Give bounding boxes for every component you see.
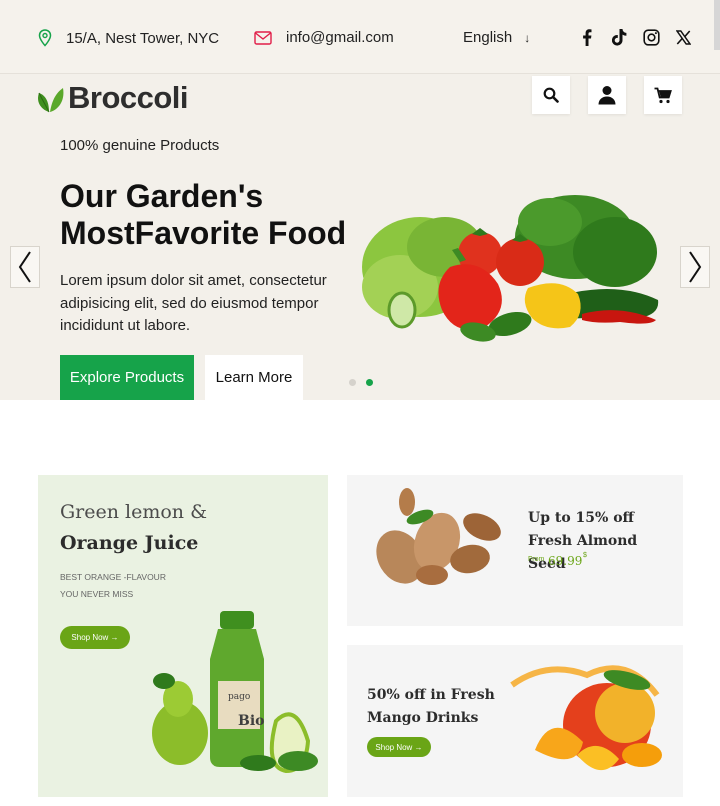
promo-card-almond[interactable]: Up to 15% off Fresh Almond Seed From 69.…: [347, 475, 683, 626]
facebook-icon[interactable]: [578, 28, 596, 46]
cart-button[interactable]: [644, 76, 682, 114]
mango-image: [510, 665, 662, 771]
promo-almond-currency: $: [583, 552, 587, 559]
brand-name: Broccoli: [68, 80, 189, 115]
account-button[interactable]: [588, 76, 626, 114]
hero-title: Our Garden's MostFavorite Food: [60, 178, 347, 251]
promo-juice-line2: Orange Juice: [60, 532, 199, 554]
promo-card-juice[interactable]: Green lemon & Orange Juice BEST ORANGE -…: [38, 475, 328, 797]
address-text: 15/A, Nest Tower, NYC: [66, 29, 220, 47]
vegetables-hero-image: [362, 195, 659, 342]
bottle-label: Bio: [238, 713, 265, 729]
promo-almond-from: From: [528, 556, 545, 563]
almonds-image: [376, 488, 501, 585]
leaf-logo-icon: [38, 88, 64, 113]
hero-tagline: 100% genuine Products: [60, 137, 220, 154]
promo-mango-title: 50% off in Fresh Mango Drinks: [367, 687, 495, 726]
explore-products-button[interactable]: Explore Products: [60, 355, 194, 400]
top-bar: 15/A, Nest Tower, NYC info@gmail.com Eng…: [0, 0, 720, 74]
juice-bottle-image: pago Bio: [152, 611, 318, 774]
instagram-icon[interactable]: [642, 28, 660, 46]
language-label: English: [463, 29, 513, 46]
page-scrollbar[interactable]: [714, 0, 720, 50]
chevron-down-icon: ↓: [524, 30, 531, 45]
svg-text:pago: pago: [228, 692, 250, 702]
promo-card-mango[interactable]: 50% off in Fresh Mango Drinks Shop Now →: [347, 645, 683, 797]
social-links: [578, 28, 692, 46]
email-text[interactable]: info@gmail.com: [286, 29, 394, 46]
mail-icon: [254, 30, 272, 45]
learn-more-button[interactable]: Learn More: [205, 355, 303, 400]
promo-almond-price: 69.99: [548, 554, 583, 568]
slider-prev-button[interactable]: [10, 246, 40, 288]
shop-now-button[interactable]: Shop Now →: [367, 737, 431, 757]
cart-icon: [654, 87, 672, 103]
email[interactable]: info@gmail.com: [254, 29, 394, 46]
tiktok-icon[interactable]: [610, 28, 628, 46]
shop-now-button[interactable]: Shop Now →: [60, 626, 130, 649]
language-selector[interactable]: English ↓: [463, 29, 530, 46]
slider-next-button[interactable]: [680, 246, 710, 288]
search-button[interactable]: [532, 76, 570, 114]
slider-dot-active[interactable]: [366, 379, 373, 386]
address: 15/A, Nest Tower, NYC: [38, 29, 219, 47]
slider-dots: [349, 379, 373, 386]
hero-description: Lorem ipsum dolor sit amet, consectetur …: [60, 272, 327, 334]
promo-juice-line1: Green lemon &: [60, 501, 207, 523]
brand-logo[interactable]: Broccoli: [36, 80, 189, 116]
x-icon[interactable]: [674, 28, 692, 46]
user-icon: [598, 86, 616, 105]
chevron-left-icon: [18, 251, 31, 283]
chevron-right-icon: [689, 251, 702, 283]
promo-juice-subtitle: BEST ORANGE -FLAVOUR YOU NEVER MISS: [60, 572, 166, 599]
location-pin-icon: [38, 29, 52, 47]
slider-dot[interactable]: [349, 379, 356, 386]
search-icon: [543, 87, 559, 103]
